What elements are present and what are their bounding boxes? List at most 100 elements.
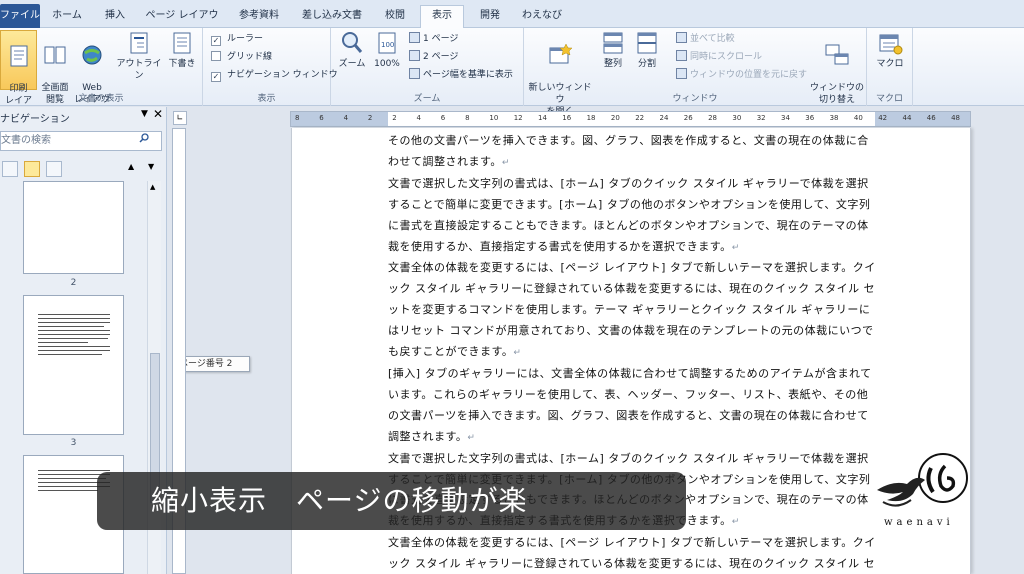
- ruler-number: 4: [343, 114, 349, 122]
- new-window-button[interactable]: 新しいウィンドウ を開く: [528, 30, 592, 118]
- tab-selector[interactable]: ∟: [173, 111, 187, 125]
- reset-window-position-label: ウィンドウの位置を元に戻す: [690, 70, 808, 80]
- word-window: ファイル ホーム 挿入 ページ レイアウト 参考資料 差し込み文書 校閲 表示 …: [0, 0, 1024, 574]
- draft-button[interactable]: 下書き: [164, 30, 200, 70]
- group-label-macros: マクロ: [875, 94, 903, 104]
- group-window: 新しいウィンドウ を開く 整列 分割 並べて比較 同時にスクロール ウィンドウの…: [524, 28, 867, 117]
- outline-button[interactable]: アウトライン: [115, 30, 163, 82]
- ruler-checkbox[interactable]: ✓ ルーラー: [211, 32, 263, 48]
- arrange-all-icon: [603, 32, 623, 54]
- navigation-pane-checkbox-label: ナビゲーション ウィンドウ: [227, 70, 338, 80]
- macros-label: マクロ: [876, 59, 904, 69]
- tab-review[interactable]: 校閲: [375, 6, 415, 28]
- split-button[interactable]: 分割: [632, 30, 662, 70]
- switch-windows-icon: [825, 44, 849, 65]
- paragraph[interactable]: [挿入] タブのギャラリーには、文書全体の体裁に合わせて調整するためのアイテムが…: [388, 364, 876, 449]
- zoom-button[interactable]: ズーム: [337, 30, 367, 70]
- two-pages-label: 2 ページ: [423, 52, 459, 62]
- ruler-number: 48: [951, 114, 961, 122]
- gridlines-checkbox[interactable]: グリッド線: [211, 50, 272, 66]
- document-search-input[interactable]: 文書の検索: [0, 131, 162, 151]
- ruler-number: 12: [513, 114, 523, 122]
- search-icon[interactable]: [139, 133, 149, 143]
- paragraph[interactable]: 文書全体の体裁を変更するには、[ページ レイアウト] タブで新しいテーマを選択し…: [388, 258, 876, 364]
- page-thumbnail-2[interactable]: [23, 181, 124, 274]
- ruler-number: 6: [319, 114, 324, 122]
- horizontal-ruler[interactable]: 8 6 4 2 2 4 6 8 10 12 14 16 18 20 22 24 26 28 30 32 34 36 38 40…: [290, 111, 971, 127]
- group-show: ✓ ルーラー グリッド線 ✓ ナビゲーション ウィンドウ 表示: [203, 28, 338, 106]
- tab-file[interactable]: ファイル: [0, 4, 40, 28]
- synchronous-scrolling-label: 同時にスクロール: [690, 52, 763, 62]
- ruler-number: 20: [610, 114, 620, 122]
- split-icon: [637, 32, 657, 54]
- tab-waenavi[interactable]: わえなび: [514, 6, 570, 28]
- macros-button[interactable]: マクロ: [873, 30, 907, 70]
- video-caption: 縮小表示 ページの移動が楽: [97, 472, 686, 530]
- navigation-pane-checkbox[interactable]: ✓ ナビゲーション ウィンドウ: [211, 68, 338, 84]
- ruler-number: 8: [295, 114, 300, 122]
- ruler-number: 32: [756, 114, 766, 122]
- tab-developer[interactable]: 開発: [470, 6, 510, 28]
- view-side-by-side-label: 並べて比較: [690, 34, 735, 44]
- ruler-number: 38: [829, 114, 839, 122]
- zoom-100-button[interactable]: 100 100%: [371, 30, 403, 70]
- ruler-check-mark: ✓: [211, 36, 221, 46]
- outline-icon: [130, 32, 148, 54]
- paragraph-mark: ↵: [467, 432, 476, 443]
- ruler-number: 40: [853, 114, 863, 122]
- tab-references[interactable]: 参考資料: [231, 6, 287, 28]
- ruler-number: 30: [732, 114, 742, 122]
- ruler-number: 24: [659, 114, 669, 122]
- page-thumbnails-view-icon[interactable]: [24, 161, 40, 177]
- group-label-zoom: ズーム: [413, 94, 441, 104]
- page-100-icon: 100: [378, 32, 396, 54]
- one-page-icon: [409, 32, 420, 43]
- paragraph-mark: ↵: [501, 157, 510, 168]
- next-result-icon[interactable]: ▼: [148, 162, 154, 171]
- previous-result-icon[interactable]: ▲: [128, 162, 134, 171]
- search-results-view-icon[interactable]: [46, 161, 62, 177]
- ruler-number: 2: [367, 114, 373, 122]
- two-pages-button[interactable]: 2 ページ: [409, 50, 458, 66]
- two-pages-icon: [409, 50, 420, 61]
- tab-view[interactable]: 表示: [420, 5, 464, 29]
- tab-mailings[interactable]: 差し込み文書: [296, 6, 368, 28]
- page-thumbnail-3[interactable]: [23, 295, 124, 435]
- ruler-number: 46: [926, 114, 936, 122]
- group-label-window: ウィンドウ: [672, 94, 718, 104]
- page-width-label: ページ幅を基準に表示: [423, 70, 513, 80]
- scroll-up-icon[interactable]: ▲: [150, 183, 155, 191]
- paragraph-text: [挿入] タブのギャラリーには、文書全体の体裁に合わせて調整するためのアイテムが…: [388, 366, 872, 443]
- ruler-number: 16: [562, 114, 572, 122]
- synchronous-scrolling-button[interactable]: 同時にスクロール: [676, 50, 762, 66]
- reset-position-icon: [676, 68, 687, 79]
- print-layout-button[interactable]: 印刷 レイアウト: [0, 30, 37, 118]
- paragraph-text: その他の文書パーツを挿入できます。図、グラフ、図表を作成すると、文書の現在の体裁…: [388, 134, 869, 168]
- ruler-number: 4: [416, 114, 421, 122]
- group-zoom: ズーム 100 100% 1 ページ 2 ページ ページ幅を基準に表示 ズーム: [331, 28, 524, 106]
- tab-insert[interactable]: 挿入: [95, 6, 135, 28]
- print-layout-icon: [10, 45, 27, 67]
- reset-window-position-button[interactable]: ウィンドウの位置を元に戻す: [676, 68, 807, 84]
- tab-home[interactable]: ホーム: [45, 6, 89, 28]
- navigation-pane-title: ナビゲーション: [0, 114, 70, 125]
- web-layout-button[interactable]: Web レイアウト: [73, 30, 111, 118]
- navigation-pane-options-icon[interactable]: ▼: [141, 109, 148, 119]
- split-label: 分割: [637, 59, 656, 69]
- one-page-button[interactable]: 1 ページ: [409, 32, 458, 48]
- paragraph[interactable]: 文書で選択した文字列の書式は、[ホーム] タブのクイック スタイル ギャラリーで…: [388, 174, 876, 259]
- page-width-icon: [409, 68, 420, 79]
- tab-page-layout[interactable]: ページ レイアウト: [141, 6, 223, 41]
- paragraph[interactable]: その他の文書パーツを挿入できます。図、グラフ、図表を作成すると、文書の現在の体裁…: [388, 131, 876, 174]
- ribbon-tab-bar: ファイル ホーム 挿入 ページ レイアウト 参考資料 差し込み文書 校閲 表示 …: [0, 0, 1024, 41]
- arrange-all-button[interactable]: 整列: [598, 30, 628, 70]
- ruler-number: 44: [902, 114, 912, 122]
- navigation-pane-close-icon[interactable]: ✕: [153, 107, 163, 121]
- ruler-number: 14: [538, 114, 547, 122]
- ruler-number: 36: [805, 114, 815, 122]
- headings-view-icon[interactable]: [2, 161, 18, 177]
- ribbon: 印刷 レイアウト 全画面 閲覧 Web レイアウト アウトライン 下書き 文書の…: [0, 28, 1024, 118]
- paragraph[interactable]: 文書全体の体裁を変更するには、[ページ レイアウト] タブで新しいテーマを選択し…: [388, 533, 876, 574]
- view-side-by-side-button[interactable]: 並べて比較: [676, 32, 735, 48]
- page-width-button[interactable]: ページ幅を基準に表示: [409, 68, 513, 84]
